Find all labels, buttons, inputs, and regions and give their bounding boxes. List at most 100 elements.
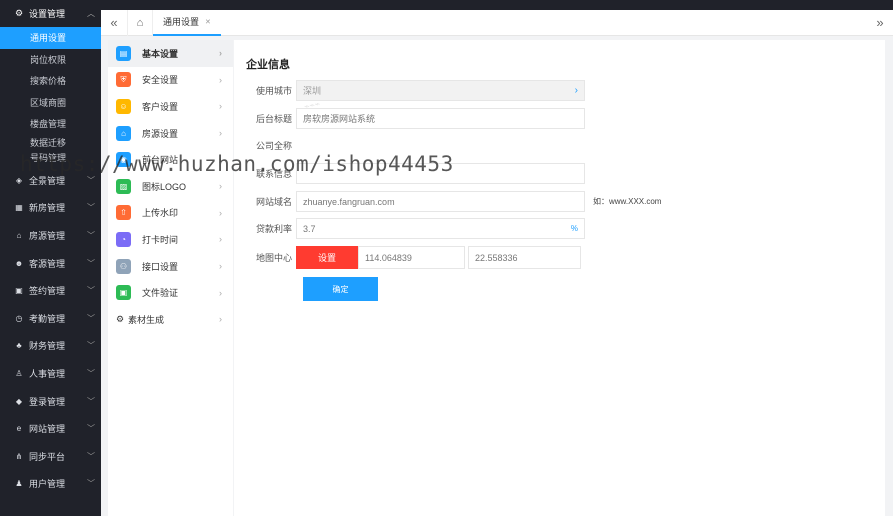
close-icon[interactable]: ✕ (205, 18, 211, 26)
sidebar-subitem-area[interactable]: 区域商圈 (0, 92, 101, 114)
sidebar-item-sync[interactable]: ⋔ 同步平台 ﹀ (0, 442, 101, 470)
layers-icon: ◈ (15, 175, 23, 185)
domain-hint: 如：www.XXX.com (593, 197, 662, 206)
shield-icon: ◆ (15, 396, 23, 406)
chevron-right-icon: › (219, 287, 222, 298)
home-icon: ⌂ (16, 230, 22, 240)
security-icon: ⛨ (116, 72, 131, 88)
chevron-down-icon: ﹀ (87, 313, 95, 323)
sidebar-item-newhouse[interactable]: ▦ 新房管理 ﹀ (0, 194, 101, 222)
chevron-right-icon: › (219, 74, 222, 85)
logo-icon: ▨ (116, 178, 131, 194)
field-label: 公司全称 (255, 141, 292, 151)
chevron-right-icon: › (219, 128, 222, 139)
chevron-right-icon: › (219, 261, 222, 272)
basic-icon: ▤ (116, 45, 131, 61)
city-select[interactable]: 深圳 › (296, 80, 585, 101)
sidebar-item-hr[interactable]: ♙ 人事管理 ﹀ (0, 360, 101, 388)
sidebar-group-settings[interactable]: ⚙ 设置管理 ︿ (0, 0, 101, 27)
domain-value: zhuanye.fangruan.com (303, 196, 395, 207)
menu-item-logo[interactable]: ▨ 图标LOGO › (108, 173, 233, 200)
map-set-button[interactable]: 设置 (296, 246, 358, 269)
chevron-down-icon: ﹀ (87, 258, 95, 268)
menu-item-clockin[interactable]: ◔ 打卡时间 › (108, 226, 233, 253)
clockin-icon: ◔ (116, 231, 131, 247)
sidebar-subitem-label: 数据迁移 (30, 137, 67, 148)
sidebar-group-label: 设置管理 (29, 9, 66, 19)
sidebar-item-label: 新房管理 (29, 203, 66, 214)
sidebar-subitem-label: 通用设置 (30, 33, 67, 44)
map-lng-value: 114.064839 (365, 252, 412, 263)
chevron-down-icon: ﹀ (87, 424, 95, 434)
chevron-down-icon: ﹀ (87, 396, 95, 406)
chevron-down-icon: ﹀ (87, 368, 95, 378)
menu-item-fileverify[interactable]: ▣ 文件验证 › (108, 279, 233, 306)
sidebar-subitem-migrate[interactable]: 数据迁移 (0, 135, 101, 149)
sidebar-subitem-label: 楼盘管理 (30, 119, 67, 130)
rate-input[interactable]: 3.7 % (296, 218, 585, 239)
menu-item-security[interactable]: ⛨ 安全设置 › (108, 67, 233, 94)
chevron-right-icon: › (219, 314, 222, 325)
sidebar-item-attendance[interactable]: ◷ 考勤管理 ﹀ (0, 304, 101, 332)
chevron-right-icon: › (219, 181, 222, 192)
sidebar-item-login[interactable]: ◆ 登录管理 ﹀ (0, 387, 101, 415)
backend-title-input[interactable]: 房软房源网站系统 (296, 108, 585, 129)
menu-item-basic[interactable]: ▤ 基本设置 › (108, 40, 233, 67)
menu-item-label: 房源设置 (142, 128, 179, 139)
finance-icon: ♣ (16, 341, 22, 351)
sidebar-item-website[interactable]: e 网站管理 ﹀ (0, 415, 101, 443)
chevron-right-icon: › (219, 48, 222, 59)
customer-icon: ☺ (116, 98, 131, 114)
fileverify-icon: ▣ (116, 285, 131, 301)
tab-general-settings[interactable]: 通用设置 ✕ (153, 9, 221, 36)
home-icon[interactable]: ⌂ (127, 9, 153, 36)
menu-item-label: 素材生成 (128, 314, 165, 325)
sidebar-item-listing[interactable]: ⌂ 房源管理 ﹀ (0, 222, 101, 250)
map-lng-input[interactable]: 114.064839 (358, 246, 465, 269)
top-header (101, 0, 893, 10)
chevron-down-icon: ﹀ (87, 341, 95, 351)
listing-icon: ⌂ (116, 125, 131, 141)
chevron-down-icon: ﹀ (87, 451, 95, 461)
chevron-right-icon: › (574, 85, 578, 96)
clock-icon: ◷ (15, 313, 23, 323)
field-label: 地图中心 (255, 253, 292, 263)
tab-label: 通用设置 (163, 17, 200, 27)
menu-item-listing[interactable]: ⌂ 房源设置 › (108, 120, 233, 147)
chevron-down-icon: ﹀ (87, 286, 95, 296)
row-rate: 贷款利率 3.7 % (234, 218, 585, 239)
double-chevron-right-icon[interactable]: » (867, 15, 893, 30)
domain-input[interactable]: zhuanye.fangruan.com (296, 191, 585, 212)
sidebar-subitem-permission[interactable]: 岗位权限 (0, 49, 101, 71)
double-chevron-left-icon[interactable]: « (101, 15, 127, 30)
row-city: 使用城市 深圳 › (234, 80, 585, 101)
menu-item-customer[interactable]: ☺ 客户设置 › (108, 93, 233, 120)
section-title: 企业信息 (246, 59, 290, 71)
chevron-down-icon: ﹀ (87, 479, 95, 489)
sidebar-subitem-general[interactable]: 通用设置 (0, 27, 101, 49)
sidebar-item-contract[interactable]: ▣ 签约管理 ﹀ (0, 277, 101, 305)
sidebar-item-finance[interactable]: ♣ 财务管理 ﹀ (0, 332, 101, 360)
sidebar-item-users[interactable]: ♟ 用户管理 ﹀ (0, 470, 101, 498)
menu-item-api[interactable]: ⚇ 接口设置 › (108, 253, 233, 280)
left-sidebar: ⚙ 设置管理 ︿ 通用设置 岗位权限 搜索价格 区域商圈 楼盘管理 数据迁移 号… (0, 0, 101, 516)
menu-item-watermark[interactable]: ⇧ 上传水印 › (108, 200, 233, 227)
sidebar-subitem-estate[interactable]: 楼盘管理 (0, 113, 101, 135)
share-icon: ⋔ (15, 451, 23, 461)
confirm-button[interactable]: 确定 (303, 277, 378, 301)
settings-menu: ▤ 基本设置 › ⛨ 安全设置 › ☺ 客户设置 › ⌂ 房源设置 › ◉ 前台网站 › ▨ 图标LOGO › ⇧ 上… (108, 40, 233, 516)
chevron-right-icon: › (219, 207, 222, 218)
sidebar-subitem-price[interactable]: 搜索价格 (0, 70, 101, 92)
field-label: 网站域名 (255, 197, 292, 207)
sidebar-subitem-label: 搜索价格 (30, 76, 67, 87)
chevron-down-icon: ﹀ (87, 175, 95, 185)
chevron-right-icon: › (219, 101, 222, 112)
menu-item-label: 客户设置 (142, 101, 179, 112)
menu-item-label: 图标LOGO (142, 181, 187, 192)
sidebar-item-customer[interactable]: ☻ 客源管理 ﹀ (0, 249, 101, 277)
rate-value: 3.7 (303, 223, 316, 234)
sidebar-item-label: 网站管理 (29, 424, 66, 435)
map-lat-input[interactable]: 22.558336 (468, 246, 581, 269)
menu-item-material[interactable]: ⚙ 素材生成 › (108, 306, 233, 333)
gear-icon: ⚙ (116, 313, 125, 324)
